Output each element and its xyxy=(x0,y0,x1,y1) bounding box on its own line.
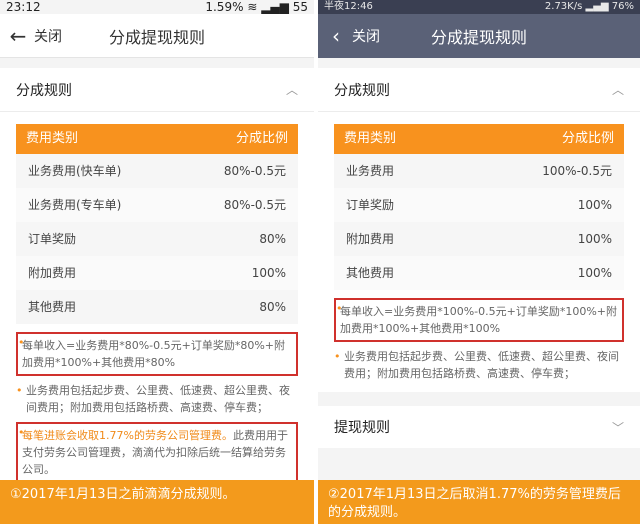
table-row: 附加费用 100% xyxy=(334,222,624,256)
bullet-dot-icon: • xyxy=(18,426,25,439)
income-formula-text: 每单收入=业务费用*100%-0.5元+订单奖励*100%+附加费用*100%+… xyxy=(340,305,618,335)
table-row: 订单奖励 100% xyxy=(334,188,624,222)
fee-type-cell: 订单奖励 xyxy=(346,198,395,212)
fee-type-cell: 业务费用(快车单) xyxy=(28,164,122,178)
header-share-ratio: 分成比例 xyxy=(235,131,288,146)
fee-type-cell: 附加费用 xyxy=(28,266,77,280)
share-ratio-cell: 80%-0.5元 xyxy=(223,164,286,178)
fee-type-cell: 业务费用 xyxy=(346,164,395,178)
left-screenshot: 23:12 1.59% ≋ ▂▄▆ 55 ← 关闭 分成提现规则 分成规则 ︿ … xyxy=(0,0,314,480)
table-row: 订单奖励 80% xyxy=(16,222,298,256)
nav-bar: ← 关闭 分成提现规则 xyxy=(0,14,314,58)
table-row: 其他费用 80% xyxy=(16,290,298,324)
bullet-dot-icon: • xyxy=(334,350,341,363)
share-ratio-cell: 100%-0.5元 xyxy=(542,164,612,178)
table-row: 附加费用 100% xyxy=(16,256,298,290)
table-row: 业务费用 100%-0.5元 xyxy=(334,154,624,188)
bullet-dot-icon: • xyxy=(16,384,23,397)
wifi-icon: ≋ xyxy=(247,0,258,14)
back-arrow-icon[interactable]: ‹ xyxy=(318,24,348,48)
section-title: 分成规则 xyxy=(334,82,390,99)
fee-type-cell: 其他费用 xyxy=(28,300,77,314)
battery-level: 55 xyxy=(292,0,308,14)
rules-card: 费用类别 分成比例 业务费用(快车单) 80%-0.5元 业务费用(专车单) 80%… xyxy=(0,112,314,480)
header-share-ratio: 分成比例 xyxy=(561,131,614,146)
share-ratio-cell: 80% xyxy=(259,300,286,314)
close-button[interactable]: 关闭 xyxy=(352,26,380,46)
right-screenshot: 半夜12:46 2.73K/s ▂▄▆ 76% ‹ 关闭 分成提现规则 分成规则… xyxy=(318,0,640,480)
fee-definition-note: • 业务费用包括起步费、公里费、低速费、超公里费、夜间费用；附加费用包括路桥费、… xyxy=(16,382,298,416)
header-fee-type: 费用类别 xyxy=(344,131,397,146)
management-fee-note: • 每笔进账会收取1.77%的劳务公司管理费。此费用用于支付劳务公司管理费，滴滴… xyxy=(16,422,298,480)
rules-card: 费用类别 分成比例 业务费用 100%-0.5元 订单奖励 100% 附加费用 100… xyxy=(318,112,640,392)
share-ratio-cell: 100% xyxy=(251,266,286,280)
commission-table: 费用类别 分成比例 业务费用(快车单) 80%-0.5元 业务费用(专车单) 80%… xyxy=(16,124,298,324)
fee-type-cell: 附加费用 xyxy=(346,232,395,246)
table-row: 其他费用 100% xyxy=(334,256,624,290)
status-bar: 半夜12:46 2.73K/s ▂▄▆ 76% xyxy=(318,0,640,14)
section-title: 分成规则 xyxy=(16,82,72,99)
share-ratio-cell: 80%-0.5元 xyxy=(223,198,286,212)
table-row: 业务费用(专车单) 80%-0.5元 xyxy=(16,188,298,222)
chevron-up-icon[interactable]: ︿ xyxy=(612,81,624,98)
table-body: 业务费用(快车单) 80%-0.5元 业务费用(专车单) 80%-0.5元 订单奖励… xyxy=(16,154,298,324)
chevron-up-icon[interactable]: ︿ xyxy=(286,81,298,98)
commission-table: 费用类别 分成比例 业务费用 100%-0.5元 订单奖励 100% 附加费用 100… xyxy=(334,124,624,290)
status-time: 半夜12:46 xyxy=(324,1,373,12)
bullet-dot-icon: • xyxy=(18,336,25,349)
section-header-withdrawal-rules[interactable]: 提现规则 ﹀ xyxy=(318,406,640,448)
fee-definition-text: 业务费用包括起步费、公里费、低速费、超公里费、夜间费用；附加费用包括路桥费、高速… xyxy=(26,384,290,414)
close-button[interactable]: 关闭 xyxy=(34,26,62,46)
network-speed: 2.73K/s xyxy=(544,1,583,12)
back-arrow-icon[interactable]: ← xyxy=(0,24,30,48)
income-formula-note: • 每单收入=业务费用*100%-0.5元+订单奖励*100%+附加费用*100… xyxy=(334,298,624,342)
status-bar: 23:12 1.59% ≋ ▂▄▆ 55 xyxy=(0,0,314,14)
chevron-down-icon[interactable]: ﹀ xyxy=(612,419,624,436)
table-row: 业务费用(快车单) 80%-0.5元 xyxy=(16,154,298,188)
section-title: 提现规则 xyxy=(334,420,390,436)
signal-icon: ▂▄▆ xyxy=(585,1,609,12)
battery-level: 76% xyxy=(611,1,634,12)
fee-definition-note: • 业务费用包括起步费、公里费、低速费、超公里费、夜间费用；附加费用包括路桥费、… xyxy=(334,348,624,382)
bullet-dot-icon: • xyxy=(336,302,343,315)
battery-percent: 1.59% xyxy=(205,0,244,14)
table-header: 费用类别 分成比例 xyxy=(16,124,298,154)
table-header: 费用类别 分成比例 xyxy=(334,124,624,154)
nav-bar: ‹ 关闭 分成提现规则 xyxy=(318,14,640,58)
status-time: 23:12 xyxy=(6,0,41,14)
share-ratio-cell: 100% xyxy=(577,266,612,280)
income-formula-text: 每单收入=业务费用*80%-0.5元+订单奖励*80%+附加费用*100%+其他… xyxy=(22,339,286,369)
fee-type-cell: 订单奖励 xyxy=(28,232,77,246)
fee-type-cell: 其他费用 xyxy=(346,266,395,280)
share-ratio-cell: 80% xyxy=(259,232,286,246)
table-body: 业务费用 100%-0.5元 订单奖励 100% 附加费用 100% 其他费用 100% xyxy=(334,154,624,290)
share-ratio-cell: 100% xyxy=(577,198,612,212)
caption-left: ①2017年1月13日之前滴滴分成规则。 xyxy=(0,480,314,524)
share-ratio-cell: 100% xyxy=(577,232,612,246)
fee-definition-text: 业务费用包括起步费、公里费、低速费、超公里费、夜间费用；附加费用包括路桥费、高速… xyxy=(344,350,619,380)
caption-right: ②2017年1月13日之后取消1.77%的劳务管理费后的分成规则。 xyxy=(318,480,640,524)
section-header-commission-rules[interactable]: 分成规则 ︿ xyxy=(318,68,640,112)
income-formula-note: • 每单收入=业务费用*80%-0.5元+订单奖励*80%+附加费用*100%+… xyxy=(16,332,298,376)
header-fee-type: 费用类别 xyxy=(26,131,79,146)
section-header-commission-rules[interactable]: 分成规则 ︿ xyxy=(0,68,314,112)
signal-icon: ▂▄▆ xyxy=(261,0,289,14)
management-fee-highlight: 每笔进账会收取1.77%的劳务公司管理费。 xyxy=(22,429,233,442)
fee-type-cell: 业务费用(专车单) xyxy=(28,198,122,212)
